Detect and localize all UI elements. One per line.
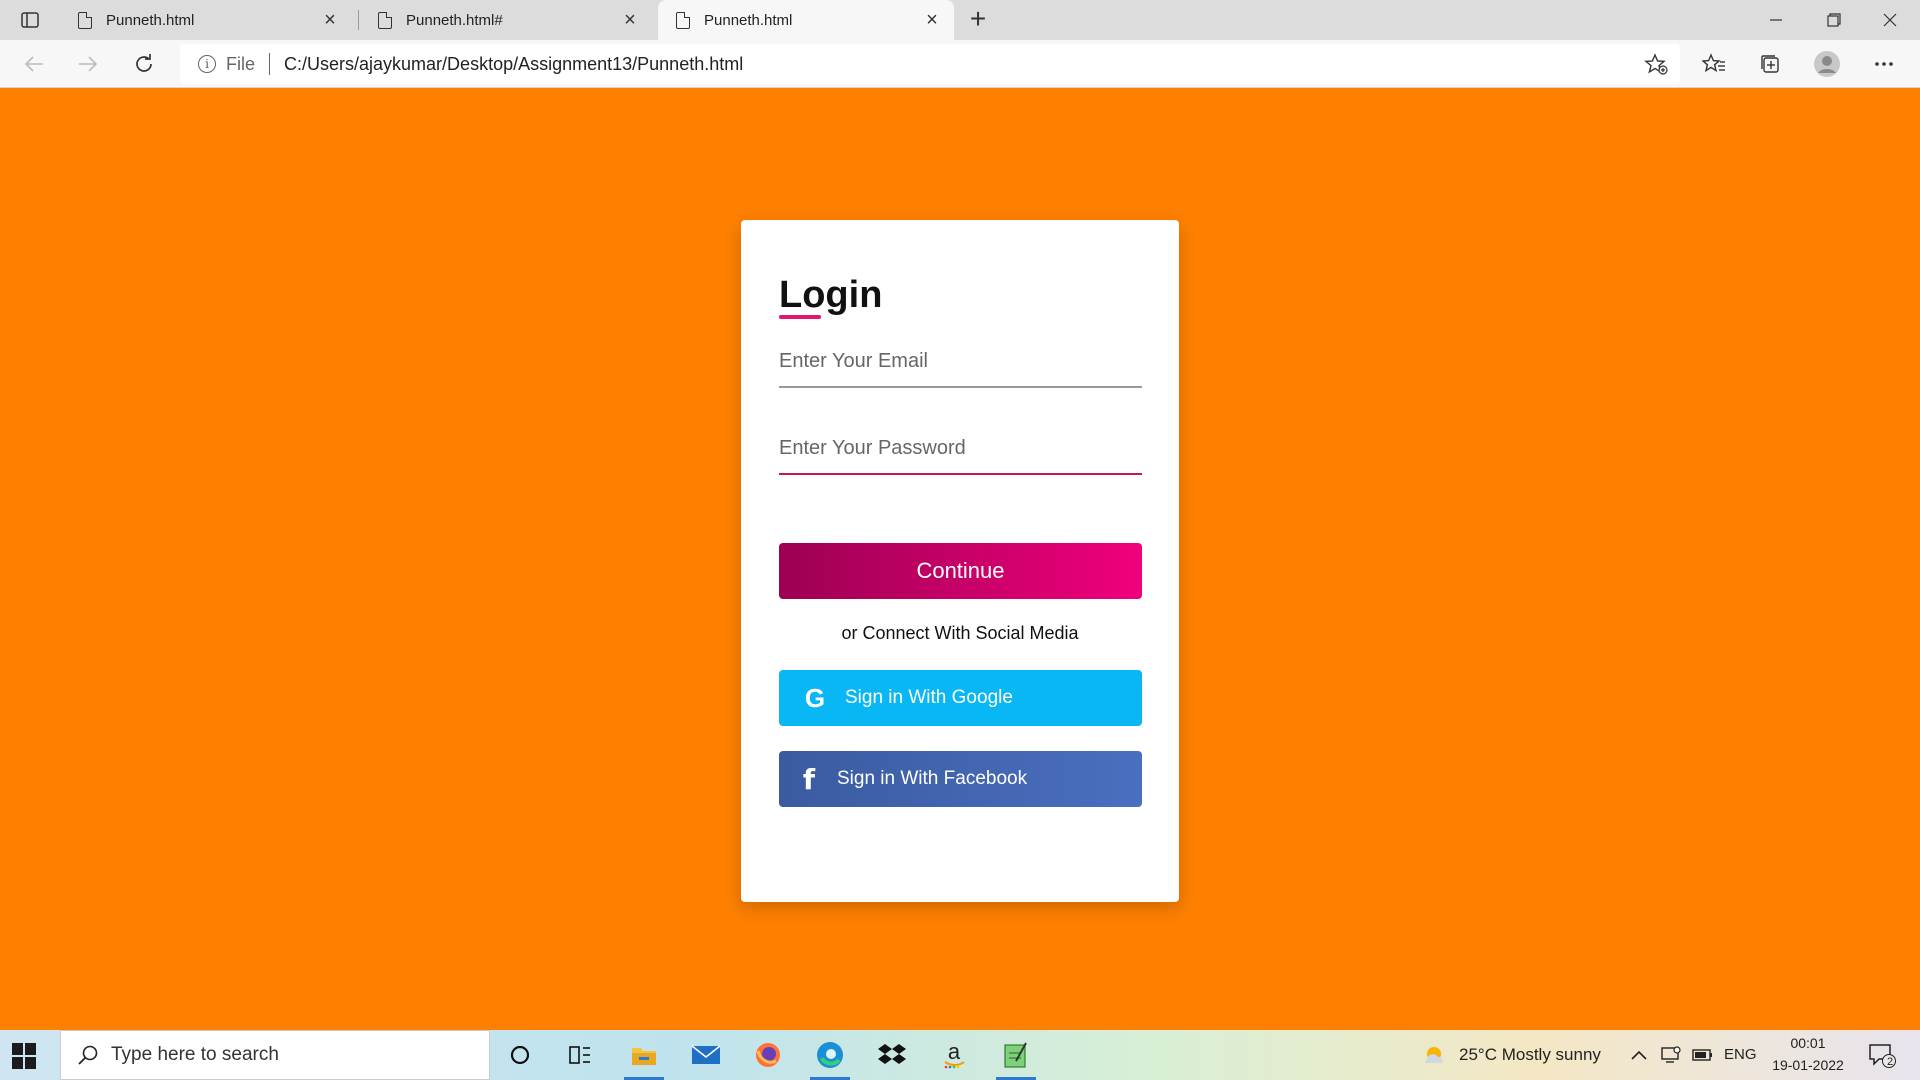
clock-date[interactable]: 19-01-2022 — [1768, 1057, 1848, 1073]
close-window-icon[interactable] — [1862, 0, 1918, 40]
login-title: Login — [779, 274, 883, 319]
profile-avatar-icon[interactable] — [1811, 48, 1843, 80]
dropbox-icon[interactable] — [872, 1037, 912, 1073]
svg-text:a: a — [948, 1041, 961, 1064]
browser-tab-strip: Punneth.html × Punneth.html# × Punneth.h… — [0, 0, 1920, 40]
add-favorite-icon[interactable] — [1640, 48, 1672, 80]
weather-status[interactable]: 25°C Mostly sunny — [1459, 1045, 1601, 1065]
tab-separator — [358, 10, 359, 30]
tab-title: Punneth.html — [106, 11, 195, 29]
network-icon[interactable] — [1656, 1037, 1686, 1073]
collections-icon[interactable] — [1754, 48, 1786, 80]
tab-punneth-1[interactable]: Punneth.html × — [60, 0, 352, 40]
windows-start-icon[interactable] — [12, 1043, 38, 1069]
language-indicator[interactable]: ENG — [1724, 1046, 1757, 1063]
file-explorer-icon[interactable] — [624, 1037, 664, 1080]
show-hidden-icons-chevron-icon[interactable] — [1624, 1037, 1654, 1073]
notification-count: 2 — [1886, 1056, 1894, 1068]
task-view-icon[interactable] — [560, 1037, 600, 1073]
email-field[interactable] — [779, 336, 1142, 388]
facebook-signin-label: Sign in With Facebook — [837, 768, 1028, 789]
tab-punneth-2[interactable]: Punneth.html# × — [360, 0, 652, 40]
amazon-icon[interactable]: a — [934, 1037, 974, 1073]
address-separator — [269, 53, 271, 75]
minimize-icon[interactable] — [1748, 0, 1804, 40]
page-background: Login Continue or Connect With Social Me… — [0, 89, 1920, 1030]
social-media-caption: or Connect With Social Media — [841, 623, 1079, 643]
facebook-icon: f — [802, 762, 816, 796]
page-icon — [78, 11, 92, 29]
tab-actions-icon[interactable] — [12, 6, 48, 34]
refresh-icon[interactable] — [128, 48, 160, 80]
edge-icon[interactable] — [810, 1037, 850, 1080]
firefox-icon[interactable] — [748, 1037, 788, 1073]
address-bar[interactable]: i File C:/Users/ajaykumar/Desktop/Assign… — [180, 44, 1680, 84]
mail-icon[interactable] — [686, 1037, 726, 1073]
clock-time[interactable]: 00:01 — [1768, 1035, 1848, 1051]
tab-punneth-active[interactable]: Punneth.html × — [658, 0, 954, 40]
google-signin-label: Sign in With Google — [845, 687, 1013, 708]
close-tab-icon[interactable]: × — [320, 10, 340, 30]
notification-center-icon[interactable]: 2 — [1862, 1037, 1902, 1073]
scheme-label: File — [226, 53, 256, 74]
close-tab-icon[interactable]: × — [620, 10, 640, 30]
taskbar-search-box[interactable]: Type here to search — [60, 1030, 490, 1080]
tab-title: Punneth.html — [704, 11, 793, 29]
more-options-icon[interactable] — [1868, 48, 1900, 80]
google-icon: G — [804, 682, 826, 713]
back-arrow-icon[interactable] — [18, 48, 50, 80]
forward-arrow-icon[interactable] — [72, 48, 104, 80]
google-signin-button[interactable]: G Sign in With Google — [779, 670, 1142, 726]
page-icon — [676, 11, 690, 29]
tab-title: Punneth.html# — [406, 11, 503, 29]
new-tab-icon[interactable]: + — [964, 5, 992, 34]
battery-icon[interactable] — [1688, 1037, 1718, 1073]
restore-icon[interactable] — [1806, 0, 1862, 40]
notepad-icon[interactable] — [996, 1037, 1036, 1080]
facebook-signin-button[interactable]: f Sign in With Facebook — [779, 751, 1142, 807]
login-card: Login Continue or Connect With Social Me… — [741, 220, 1179, 902]
search-icon — [78, 1045, 98, 1065]
site-info-icon[interactable]: i — [198, 55, 216, 73]
continue-button[interactable]: Continue — [779, 543, 1142, 599]
weather-icon[interactable] — [1418, 1037, 1450, 1073]
cortana-icon[interactable] — [500, 1037, 540, 1073]
page-icon — [378, 11, 392, 29]
close-tab-icon[interactable]: × — [922, 10, 942, 30]
favorites-icon[interactable] — [1698, 48, 1730, 80]
windows-taskbar: Type here to search a 25°C Mostly sunny … — [0, 1030, 1920, 1080]
url-text[interactable]: C:/Users/ajaykumar/Desktop/Assignment13/… — [284, 54, 743, 75]
password-field[interactable] — [779, 423, 1142, 475]
browser-toolbar: i File C:/Users/ajaykumar/Desktop/Assign… — [0, 40, 1920, 88]
search-placeholder: Type here to search — [111, 1044, 279, 1065]
